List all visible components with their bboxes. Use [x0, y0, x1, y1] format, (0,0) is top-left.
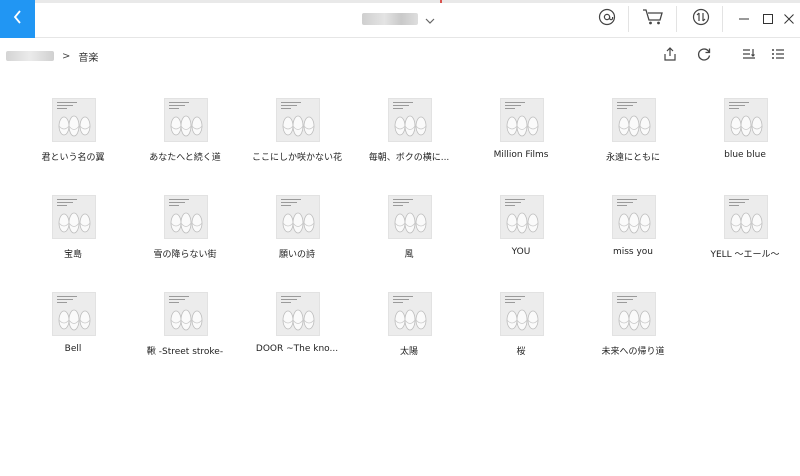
album-tile[interactable]: ここにしか咲かない花: [241, 74, 353, 164]
minimize-icon: [738, 10, 750, 29]
device-name-blurred: [362, 13, 418, 25]
album-title: 鞦 -Street stroke-: [146, 347, 224, 357]
album-tile[interactable]: YOU: [465, 171, 577, 261]
album-cover-thumbnail: [388, 292, 432, 336]
album-title: 毎朝、ボクの横に...: [368, 153, 450, 163]
album-cover-thumbnail: [164, 98, 208, 142]
title-bar: [0, 0, 800, 38]
refresh-icon: [696, 46, 712, 66]
album-tile[interactable]: 宝島: [17, 171, 129, 261]
album-title: 願いの詩: [278, 250, 315, 260]
album-title: 雪の降らない街: [153, 250, 217, 260]
album-cover-thumbnail: [52, 292, 96, 336]
album-cover-thumbnail: [388, 98, 432, 142]
breadcrumb-root-blurred[interactable]: [6, 51, 54, 61]
album-tile[interactable]: DOOR ~The kno...: [241, 268, 353, 358]
album-cover-thumbnail: [164, 292, 208, 336]
close-button[interactable]: [778, 8, 800, 30]
album-tile[interactable]: あなたへと続く道: [129, 74, 241, 164]
breadcrumb-current: 音楽: [78, 52, 99, 64]
album-tile[interactable]: Million Films: [465, 74, 577, 164]
album-cover-thumbnail: [724, 195, 768, 239]
album-cover-thumbnail: [388, 195, 432, 239]
album-title: 永遠にともに: [605, 153, 660, 163]
album-tile[interactable]: YELL ～エール～: [689, 171, 800, 261]
album-tile[interactable]: 毎朝、ボクの横に...: [353, 74, 465, 164]
album-title: DOOR ~The kno...: [255, 344, 339, 354]
close-icon: [783, 10, 795, 29]
sort-button[interactable]: [738, 45, 760, 67]
album-title: Bell: [64, 344, 82, 354]
album-title: 桜: [516, 347, 526, 357]
album-tile[interactable]: 風: [353, 171, 465, 261]
album-title: YELL ～エール～: [710, 250, 780, 260]
album-cover-thumbnail: [164, 195, 208, 239]
album-cover-thumbnail: [612, 98, 656, 142]
breadcrumb-separator: >: [62, 50, 71, 62]
minimize-button[interactable]: [733, 8, 755, 30]
maximize-button[interactable]: [757, 8, 779, 30]
toolbar-separator: [676, 6, 677, 32]
chevron-down-icon: [424, 10, 436, 29]
transfer-button[interactable]: [686, 4, 716, 34]
album-title: 太陽: [399, 347, 418, 357]
album-tile[interactable]: 未来への帰り道: [577, 268, 689, 358]
album-title: miss you: [612, 247, 654, 257]
list-view-icon: [770, 46, 786, 66]
album-title: あなたへと続く道: [149, 153, 221, 163]
album-cover-thumbnail: [612, 292, 656, 336]
maximize-icon: [762, 10, 774, 29]
chevron-left-icon: [12, 9, 24, 29]
album-tile[interactable]: 太陽: [353, 268, 465, 358]
album-cover-thumbnail: [52, 98, 96, 142]
album-tile[interactable]: 桜: [465, 268, 577, 358]
toolbar-separator: [722, 6, 723, 32]
back-button[interactable]: [0, 0, 35, 38]
app-window: > 音楽 君という名の翼 あなたへと続く道 ここにしか咲かない花 毎朝、ボクの横に..…: [0, 0, 800, 476]
at-icon: [598, 8, 616, 30]
sort-icon: [741, 46, 757, 66]
album-tile[interactable]: blue blue: [689, 74, 800, 164]
album-cover-thumbnail: [724, 98, 768, 142]
album-tile[interactable]: 永遠にともに: [577, 74, 689, 164]
refresh-button[interactable]: [693, 45, 715, 67]
album-cover-thumbnail: [276, 98, 320, 142]
device-selector[interactable]: [362, 10, 436, 28]
album-cover-thumbnail: [500, 195, 544, 239]
album-tile[interactable]: 願いの詩: [241, 171, 353, 261]
album-title: YOU: [511, 247, 531, 257]
album-cover-thumbnail: [612, 195, 656, 239]
export-button[interactable]: [659, 45, 681, 67]
export-icon: [662, 46, 678, 66]
album-title: 宝島: [63, 250, 82, 260]
toolbar-separator: [628, 6, 629, 32]
album-title: 風: [404, 250, 414, 260]
transfer-icon: [692, 8, 710, 30]
album-cover-thumbnail: [52, 195, 96, 239]
cart-icon: [642, 8, 664, 30]
album-title: ここにしか咲かない花: [251, 153, 342, 163]
album-tile[interactable]: 君という名の翼: [17, 74, 129, 164]
search-button[interactable]: [592, 4, 622, 34]
breadcrumb: > 音楽: [6, 49, 99, 64]
album-cover-thumbnail: [500, 292, 544, 336]
content-toolbar: > 音楽: [0, 39, 800, 73]
album-cover-thumbnail: [500, 98, 544, 142]
album-title: Million Films: [493, 150, 549, 160]
album-title: blue blue: [724, 150, 766, 160]
album-cover-thumbnail: [276, 195, 320, 239]
store-button[interactable]: [638, 4, 668, 34]
album-cover-thumbnail: [276, 292, 320, 336]
list-view-button[interactable]: [767, 45, 789, 67]
album-tile[interactable]: 鞦 -Street stroke-: [129, 268, 241, 358]
album-title: 未来への帰り道: [601, 347, 665, 357]
album-tile[interactable]: 雪の降らない街: [129, 171, 241, 261]
album-tile[interactable]: Bell: [17, 268, 129, 358]
album-tile[interactable]: miss you: [577, 171, 689, 261]
album-title: 君という名の翼: [41, 153, 105, 163]
